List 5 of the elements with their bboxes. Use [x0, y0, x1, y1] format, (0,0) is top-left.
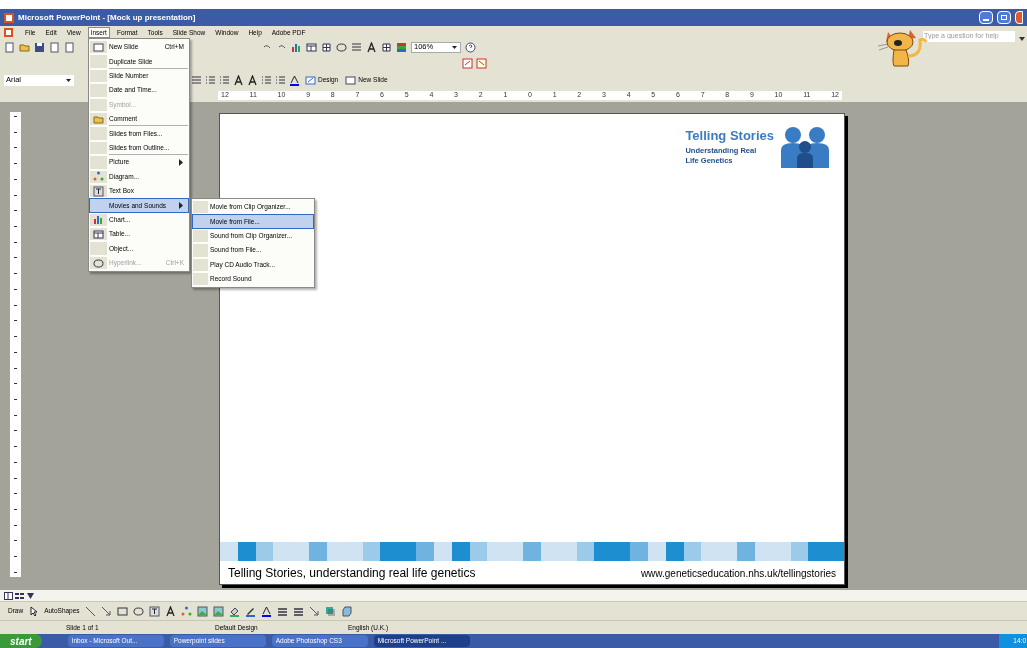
logo-title: Telling Stories: [685, 127, 774, 145]
footer-url: www.geneticseducation.nhs.uk/tellingstories: [640, 566, 836, 581]
window-title: Microsoft PowerPoint - [Mock up presentation]: [18, 11, 196, 24]
start-button[interactable]: start: [0, 634, 42, 648]
footer-text: Telling Stories, understanding real life genetics: [228, 565, 476, 582]
